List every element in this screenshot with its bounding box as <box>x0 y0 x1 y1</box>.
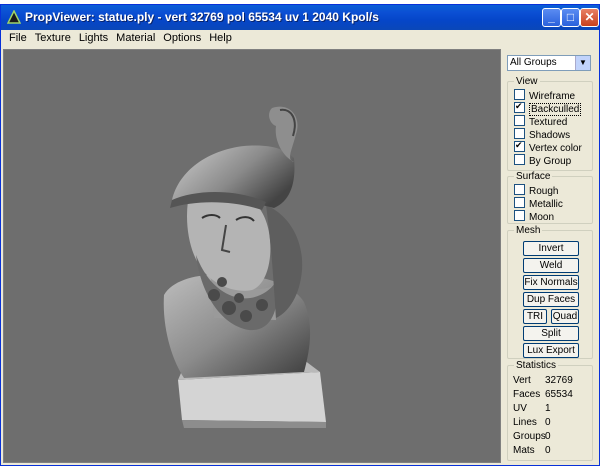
tri-button[interactable]: TRI <box>523 309 547 324</box>
checkbox-label: Rough <box>529 186 559 197</box>
checkbox-box[interactable] <box>514 139 525 152</box>
menu-options[interactable]: Options <box>159 30 205 47</box>
propviewer-window: PropViewer: statue.ply - vert 32769 pol … <box>0 4 600 466</box>
stat-label: Mats <box>513 445 535 456</box>
stat-label: UV <box>513 403 527 414</box>
menu-file[interactable]: File <box>5 30 31 47</box>
minimize-button[interactable]: _ <box>542 8 561 27</box>
stat-groups: Groups 0 <box>513 430 583 443</box>
menu-material[interactable]: Material <box>112 30 159 47</box>
checkbox-label: Vertex color <box>529 143 582 154</box>
menu-bar: File Texture Lights Material Options Help <box>1 30 599 47</box>
surface-group-title: Surface <box>516 171 551 182</box>
groups-dropdown[interactable]: All Groups ▼ <box>507 55 591 71</box>
by-group-checkbox[interactable]: By Group <box>514 154 571 167</box>
checkbox-label: By Group <box>529 156 572 167</box>
stat-value: 0 <box>545 445 551 456</box>
app-logo-icon <box>7 10 21 24</box>
checkbox-label: Textured <box>529 117 568 128</box>
checkbox-label: Shadows <box>529 130 571 141</box>
moon-checkbox[interactable]: Moon <box>514 210 554 223</box>
3d-viewport[interactable] <box>3 49 501 463</box>
menu-help[interactable]: Help <box>205 30 236 47</box>
invert-button[interactable]: Invert <box>523 241 579 256</box>
fix-normals-button[interactable]: Fix Normals <box>523 275 579 290</box>
textured-checkbox[interactable]: Textured <box>514 115 567 128</box>
title-bar[interactable]: PropViewer: statue.ply - vert 32769 pol … <box>1 5 599 30</box>
statistics-group-title: Statistics <box>516 360 557 371</box>
menu-texture[interactable]: Texture <box>31 30 75 47</box>
checkbox-box[interactable] <box>514 89 525 100</box>
stat-value: 32769 <box>545 375 573 386</box>
mesh-group-title: Mesh <box>516 225 541 236</box>
checkbox-box[interactable] <box>514 115 525 126</box>
menu-lights[interactable]: Lights <box>75 30 112 47</box>
wireframe-checkbox[interactable]: Wireframe <box>514 89 575 102</box>
stat-value: 65534 <box>545 389 573 400</box>
checkbox-box[interactable] <box>514 100 525 113</box>
statue-render <box>163 106 326 428</box>
checkbox-label: Moon <box>529 212 555 223</box>
stat-vert: Vert 32769 <box>513 374 583 387</box>
view-group-title: View <box>516 76 538 87</box>
dup-faces-button[interactable]: Dup Faces <box>523 292 579 307</box>
window-title: PropViewer: statue.ply - vert 32769 pol … <box>25 10 379 24</box>
stat-uv: UV 1 <box>513 402 583 415</box>
stat-value: 0 <box>545 431 551 442</box>
stat-mats: Mats 0 <box>513 444 583 457</box>
stat-label: Lines <box>513 417 537 428</box>
weld-button[interactable]: Weld <box>523 258 579 273</box>
close-button[interactable]: ✕ <box>580 8 599 27</box>
metallic-checkbox[interactable]: Metallic <box>514 197 563 210</box>
groups-dropdown-value: All Groups <box>510 57 557 68</box>
stat-value: 1 <box>545 403 551 414</box>
checkbox-box[interactable] <box>514 154 525 165</box>
stat-value: 0 <box>545 417 551 428</box>
checkbox-box[interactable] <box>514 184 525 195</box>
checkbox-box[interactable] <box>514 210 525 221</box>
stat-lines: Lines 0 <box>513 416 583 429</box>
maximize-button[interactable]: □ <box>561 8 580 27</box>
checkbox-label: Metallic <box>529 199 563 210</box>
side-panel: All Groups ▼ View Wireframe Backculled T… <box>504 49 599 463</box>
stat-label: Groups <box>513 431 546 442</box>
lux-export-button[interactable]: Lux Export <box>523 343 579 358</box>
checkbox-box[interactable] <box>514 197 525 208</box>
rough-checkbox[interactable]: Rough <box>514 184 558 197</box>
stat-label: Faces <box>513 389 541 400</box>
stat-label: Vert <box>513 375 531 386</box>
checkbox-label: Wireframe <box>529 91 576 102</box>
split-button[interactable]: Split <box>523 326 579 341</box>
backculled-checkbox[interactable]: Backculled <box>514 100 582 116</box>
chevron-down-icon[interactable]: ▼ <box>575 56 590 70</box>
vertex-color-checkbox[interactable]: Vertex color <box>514 139 582 154</box>
checkbox-box[interactable] <box>514 128 525 139</box>
quad-button[interactable]: Quad <box>551 309 579 324</box>
stat-faces: Faces 65534 <box>513 388 583 401</box>
